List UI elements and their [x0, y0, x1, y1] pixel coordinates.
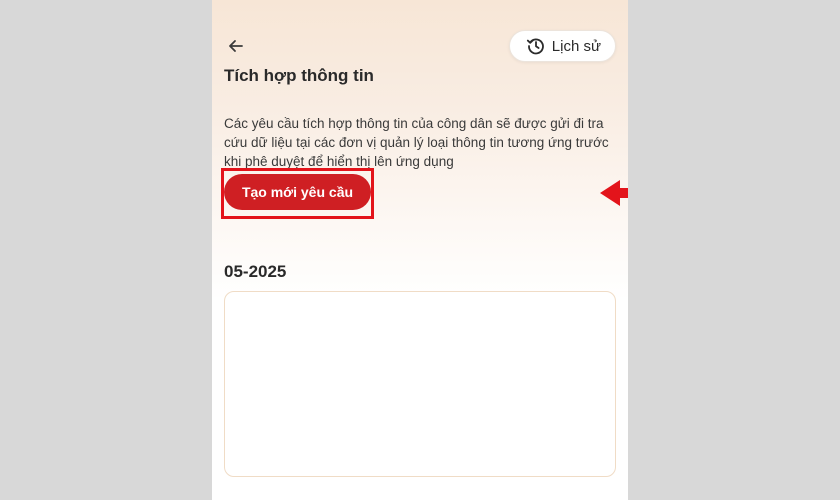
page-description: Các yêu cầu tích hợp thông tin của công …	[224, 116, 609, 169]
screenshot-stage: Lịch sử Tích hợp thông tin Các yêu cầu t…	[0, 0, 840, 500]
request-list-card	[224, 291, 616, 477]
history-label: Lịch sử	[551, 37, 601, 55]
page-title: Tích hợp thông tin	[224, 66, 374, 85]
annotation-arrow-icon	[600, 180, 628, 206]
history-button[interactable]: Lịch sử	[508, 30, 616, 62]
phone-screen: Lịch sử Tích hợp thông tin Các yêu cầu t…	[212, 0, 628, 500]
back-button[interactable]	[226, 36, 246, 56]
create-request-button[interactable]: Tạo mới yêu cầu	[224, 174, 371, 210]
history-clock-icon	[526, 38, 544, 55]
arrow-left-icon	[229, 40, 243, 52]
month-heading: 05-2025	[224, 262, 287, 281]
